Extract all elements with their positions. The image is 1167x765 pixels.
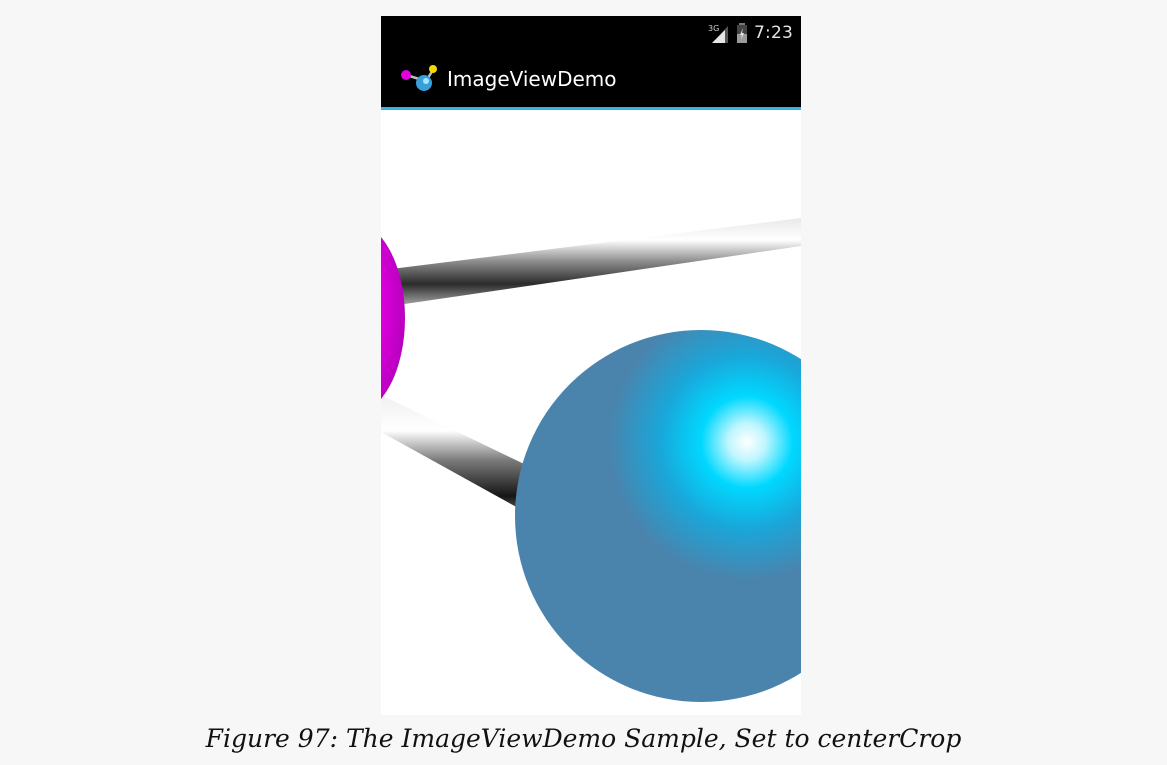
figure-caption: Figure 97: The ImageViewDemo Sample, Set… xyxy=(205,724,962,753)
molecule-image xyxy=(381,218,801,702)
status-bar: 3G 7:23 xyxy=(381,16,801,50)
app-title: ImageViewDemo xyxy=(447,66,617,91)
status-icons: 3G 7:23 xyxy=(708,16,793,50)
status-time: 7:23 xyxy=(754,23,793,43)
molecule-app-icon[interactable] xyxy=(399,62,439,96)
phone-screen: 3G 7:23 ImageViewDemo xyxy=(381,16,801,715)
action-bar: ImageViewDemo xyxy=(381,50,801,110)
upper-bond-rod xyxy=(391,218,801,306)
image-view xyxy=(381,110,801,715)
magenta-atom xyxy=(381,237,405,399)
figure-page: 3G 7:23 ImageViewDemo Figure 97: The Ima… xyxy=(0,0,1167,765)
blue-atom xyxy=(515,330,801,702)
network-type-label: 3G xyxy=(708,24,719,33)
signal-3g-icon: 3G xyxy=(708,24,729,43)
battery-icon xyxy=(737,23,748,43)
